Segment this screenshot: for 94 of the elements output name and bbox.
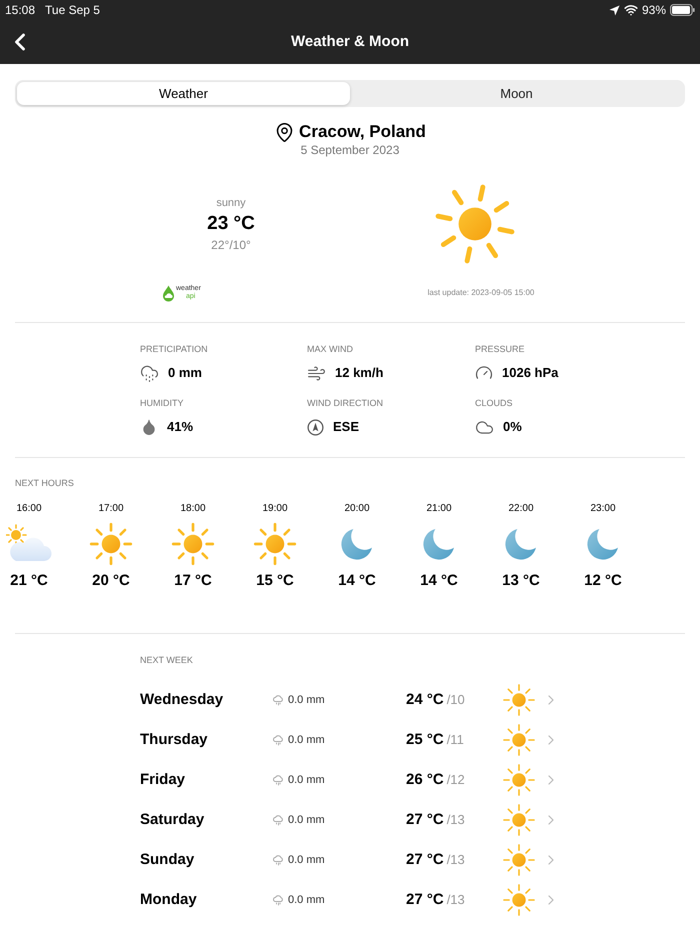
high-temperature: 27 °C — [406, 810, 444, 830]
condition-text: sunny — [216, 196, 246, 210]
status-time: 15:08 — [5, 2, 36, 19]
high-temperature: 27 °C — [406, 890, 444, 910]
detail-label: WIND DIRECTION — [307, 398, 384, 409]
weekday-name: Thursday — [140, 730, 209, 750]
detail-value: 0 mm — [168, 364, 202, 382]
precipitation-amount: 0.0 mm — [288, 732, 325, 748]
crescent-moon-icon — [423, 528, 455, 560]
crescent-moon-icon — [505, 528, 537, 560]
hour-temperature: 15 °C — [256, 572, 294, 590]
hour-time: 22:00 — [508, 503, 534, 515]
detail-label: HUMIDITY — [140, 398, 184, 409]
detail-value: ESE — [333, 418, 360, 436]
low-temperature: /12 — [446, 770, 465, 789]
current-temperature: 23 °C — [207, 212, 255, 234]
sun-icon — [89, 522, 133, 566]
low-temperature: /13 — [446, 890, 465, 909]
sun-behind-cloud-icon — [6, 524, 52, 564]
rain-cloud-icon — [272, 854, 284, 866]
detail-value: 12 km/h — [335, 364, 384, 382]
location-name: Cracow, Poland — [299, 121, 426, 143]
weekday-name: Sunday — [140, 850, 196, 870]
hour-time: 17:00 — [98, 503, 124, 515]
rain-cloud-icon — [272, 774, 284, 786]
hour-time: 20:00 — [344, 503, 370, 515]
sun-icon — [171, 522, 215, 566]
detail-value: 0% — [503, 418, 522, 436]
last-update-text: last update: 2023-09-05 15:00 — [428, 287, 534, 299]
precipitation-amount: 0.0 mm — [288, 892, 325, 908]
rain-cloud-icon — [272, 894, 284, 906]
precipitation-amount: 0.0 mm — [288, 852, 325, 868]
status-date: Tue Sep 5 — [45, 2, 100, 19]
hour-temperature: 13 °C — [502, 572, 540, 590]
hour-time: 18:00 — [180, 503, 206, 515]
precipitation-amount: 0.0 mm — [288, 692, 325, 708]
temperature-range: 22°/10° — [211, 238, 251, 252]
hour-temperature: 17 °C — [174, 572, 212, 590]
low-temperature: /10 — [446, 690, 465, 709]
hour-temperature: 20 °C — [92, 572, 130, 590]
segment-tab[interactable]: Moon — [350, 82, 683, 105]
detail-label: PRESSURE — [475, 344, 526, 355]
crescent-moon-icon — [341, 528, 373, 560]
rain-cloud-icon — [272, 694, 284, 706]
high-temperature: 26 °C — [406, 770, 444, 790]
wind-icon — [307, 364, 326, 382]
detail-label: CLOUDS — [475, 398, 514, 409]
section-heading: NEXT WEEK — [140, 655, 194, 666]
low-temperature: /13 — [446, 810, 465, 829]
hour-temperature: 12 °C — [584, 572, 622, 590]
wifi-icon — [624, 3, 638, 17]
precipitation-amount: 0.0 mm — [288, 772, 325, 788]
sun-icon — [503, 844, 535, 876]
battery-icon — [670, 4, 695, 16]
sun-icon — [434, 183, 516, 265]
crescent-moon-icon — [587, 528, 619, 560]
detail-label: MAX WIND — [307, 344, 354, 355]
sun-icon — [503, 684, 535, 716]
hour-temperature: 21 °C — [10, 572, 48, 590]
weekday-name: Monday — [140, 890, 198, 910]
precipitation-amount: 0.0 mm — [288, 812, 325, 828]
low-temperature: /13 — [446, 850, 465, 869]
hour-time: 21:00 — [426, 503, 452, 515]
rain-cloud-icon — [272, 734, 284, 746]
sun-icon — [503, 724, 535, 756]
detail-value: 1026 hPa — [502, 364, 558, 382]
hour-time: 16:00 — [16, 503, 42, 515]
weekday-name: Friday — [140, 770, 186, 790]
high-temperature: 24 °C — [406, 690, 444, 710]
hour-temperature: 14 °C — [420, 572, 458, 590]
location-arrow-icon — [608, 4, 620, 16]
screen-title: Weather & Moon — [290, 32, 410, 52]
forecast-date: 5 September 2023 — [300, 143, 400, 158]
hour-temperature: 14 °C — [338, 572, 376, 590]
section-heading: NEXT HOURS — [15, 478, 75, 489]
sun-icon — [503, 884, 535, 916]
high-temperature: 27 °C — [406, 850, 444, 870]
sun-icon — [503, 804, 535, 836]
cloud-drizzle-icon — [140, 364, 159, 382]
high-temperature: 25 °C — [406, 730, 444, 750]
rain-cloud-icon — [272, 814, 284, 826]
detail-label: PRETICIPATION — [140, 344, 209, 355]
hour-time: 23:00 — [590, 503, 616, 515]
battery-percent: 93% — [642, 2, 666, 19]
sun-icon — [253, 522, 297, 566]
weekday-name: Saturday — [140, 810, 206, 830]
low-temperature: /11 — [446, 730, 464, 749]
gauge-icon — [475, 364, 493, 382]
weekday-name: Wednesday — [140, 690, 224, 710]
hour-time: 19:00 — [262, 503, 288, 515]
provider-logo-icon — [162, 284, 175, 302]
sun-icon — [503, 764, 535, 796]
segment-tab[interactable]: Weather — [17, 82, 350, 105]
detail-value: 41% — [167, 418, 194, 436]
